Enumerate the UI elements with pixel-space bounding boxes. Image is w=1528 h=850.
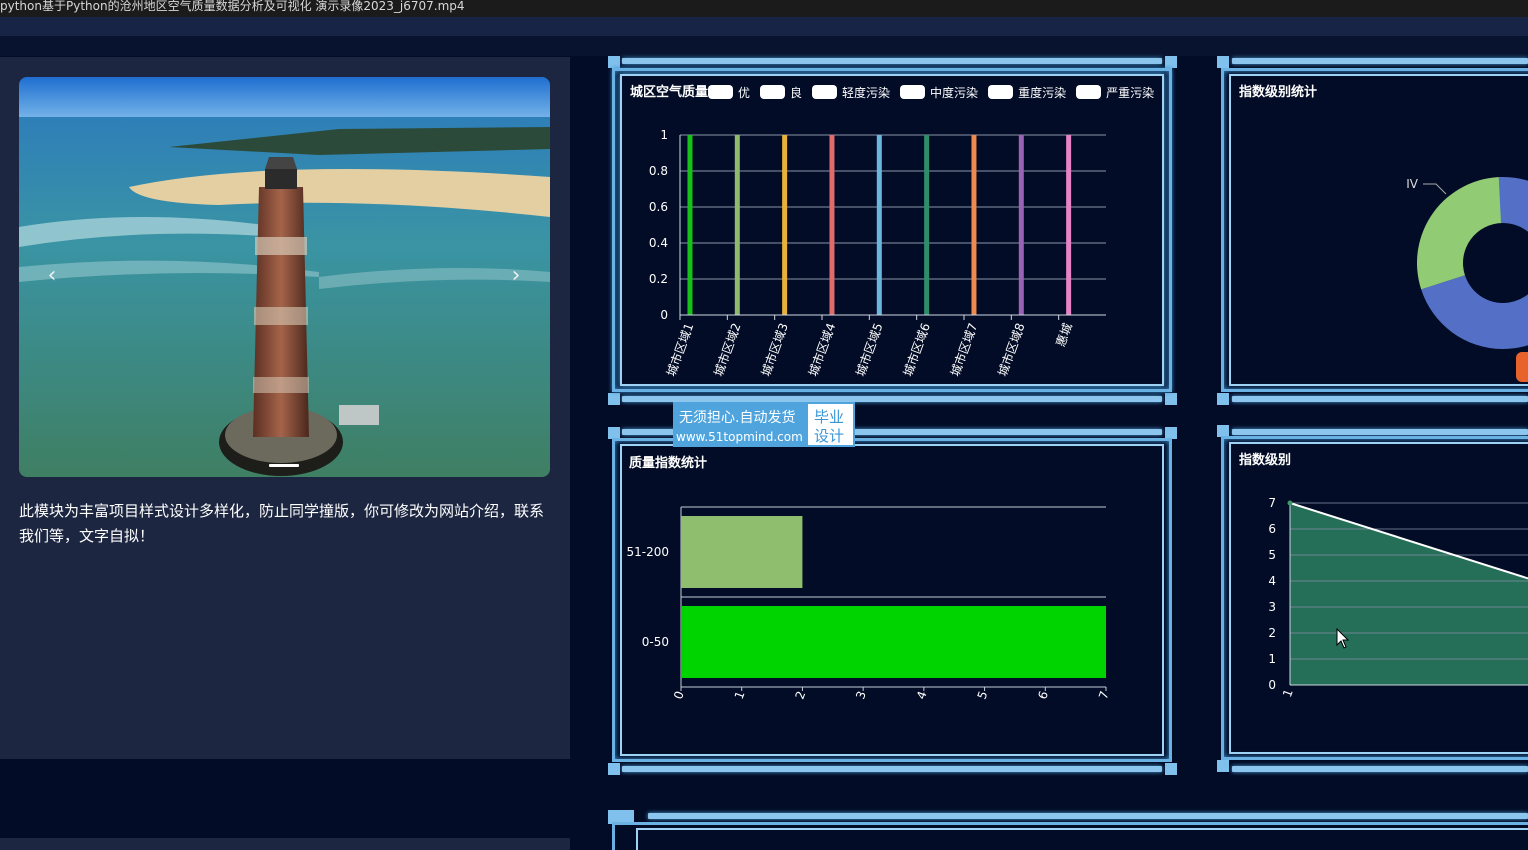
- promo-text-block: 无须担心.自动发货 www.51topmind.com: [673, 402, 808, 447]
- promo-badge-line: 设计: [814, 427, 845, 445]
- mouse-cursor-icon: [1336, 628, 1350, 649]
- y-tick-label: 1: [1268, 652, 1276, 666]
- y-tick-label: 4: [1268, 574, 1276, 588]
- promo-badge-line: 毕业: [814, 408, 845, 426]
- promo-url: www.51topmind.com: [676, 430, 803, 444]
- frame-top-bar: [648, 813, 1528, 819]
- y-tick-label: 0: [1268, 678, 1276, 692]
- data-point: [1287, 500, 1293, 506]
- y-tick-label: 7: [1268, 496, 1276, 510]
- x-tick-label: 1: [1280, 687, 1296, 699]
- promo-slogan: 无须担心.自动发货: [679, 410, 796, 426]
- y-tick-label: 3: [1268, 600, 1276, 614]
- y-tick-label: 6: [1268, 522, 1276, 536]
- frame-inner-border: [636, 828, 1528, 850]
- promo-badge: 毕业 设计: [808, 404, 853, 445]
- promo-banner[interactable]: 无须担心.自动发货 www.51topmind.com 毕业 设计: [673, 402, 855, 447]
- area-fill: [1290, 503, 1528, 685]
- y-tick-label: 2: [1268, 626, 1276, 640]
- y-tick-label: 5: [1268, 548, 1276, 562]
